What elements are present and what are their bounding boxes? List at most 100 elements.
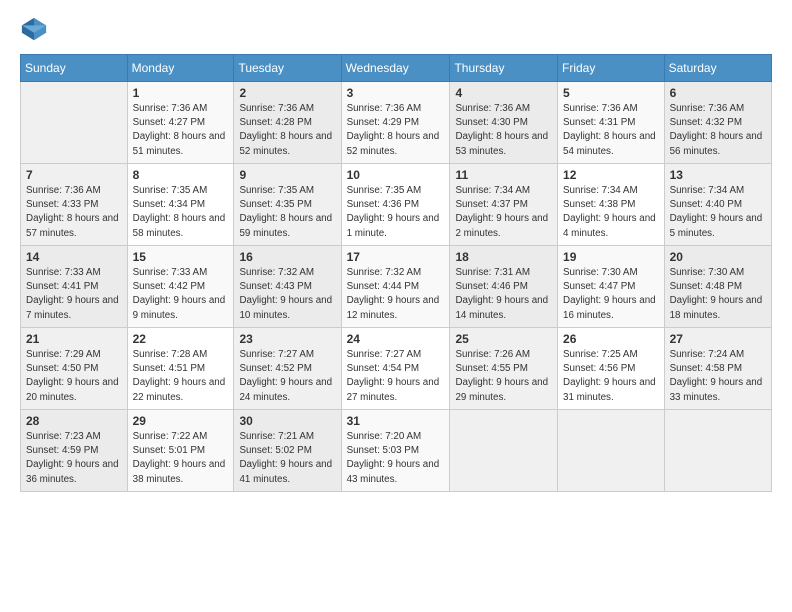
day-number: 8 [133, 168, 229, 182]
calendar-cell: 25 Sunrise: 7:26 AMSunset: 4:55 PMDayligh… [450, 328, 558, 410]
day-info: Sunrise: 7:31 AMSunset: 4:46 PMDaylight:… [455, 266, 552, 323]
calendar-cell [21, 82, 128, 164]
calendar-cell: 6 Sunrise: 7:36 AMSunset: 4:32 PMDaylight… [664, 82, 771, 164]
day-info: Sunrise: 7:36 AMSunset: 4:28 PMDaylight:… [239, 102, 335, 159]
calendar-cell [450, 410, 558, 492]
day-number: 30 [239, 414, 335, 428]
day-info: Sunrise: 7:28 AMSunset: 4:51 PMDaylight:… [133, 348, 229, 405]
calendar-week-row: 14Sunrise: 7:33 AMSunset: 4:41 PMDayligh… [21, 246, 772, 328]
calendar-cell: 17 Sunrise: 7:32 AMSunset: 4:44 PMDayligh… [341, 246, 450, 328]
calendar-cell: 29 Sunrise: 7:22 AMSunset: 5:01 PMDayligh… [127, 410, 234, 492]
calendar-cell: 21 Sunrise: 7:29 AMSunset: 4:50 PMDayligh… [21, 328, 128, 410]
day-number: 13 [670, 168, 766, 182]
day-info: Sunrise: 7:35 AMSunset: 4:35 PMDaylight:… [239, 184, 335, 241]
calendar-cell: 3 Sunrise: 7:36 AMSunset: 4:29 PMDaylight… [341, 82, 450, 164]
weekday-header-saturday: Saturday [664, 55, 771, 82]
day-info: Sunrise: 7:33 AMSunset: 4:41 PMDaylight:… [26, 266, 122, 323]
day-info: Sunrise: 7:35 AMSunset: 4:36 PMDaylight:… [347, 184, 445, 241]
day-number: 18 [455, 250, 552, 264]
day-number: 22 [133, 332, 229, 346]
calendar-week-row: 28Sunrise: 7:23 AMSunset: 4:59 PMDayligh… [21, 410, 772, 492]
calendar-week-row: 21 Sunrise: 7:29 AMSunset: 4:50 PMDayligh… [21, 328, 772, 410]
day-number: 7 [26, 168, 122, 182]
day-number: 6 [670, 86, 766, 100]
weekday-header-thursday: Thursday [450, 55, 558, 82]
day-info: Sunrise: 7:20 AMSunset: 5:03 PMDaylight:… [347, 430, 445, 487]
day-info: Sunrise: 7:33 AMSunset: 4:42 PMDaylight:… [133, 266, 229, 323]
calendar-cell: 22 Sunrise: 7:28 AMSunset: 4:51 PMDayligh… [127, 328, 234, 410]
day-info: Sunrise: 7:22 AMSunset: 5:01 PMDaylight:… [133, 430, 229, 487]
day-info: Sunrise: 7:27 AMSunset: 4:52 PMDaylight:… [239, 348, 335, 405]
day-info: Sunrise: 7:30 AMSunset: 4:47 PMDaylight:… [563, 266, 659, 323]
calendar-cell: 7 Sunrise: 7:36 AMSunset: 4:33 PMDaylight… [21, 164, 128, 246]
calendar-cell [558, 410, 665, 492]
day-number: 20 [670, 250, 766, 264]
calendar-body: 1Sunrise: 7:36 AMSunset: 4:27 PMDaylight… [21, 82, 772, 492]
day-info: Sunrise: 7:26 AMSunset: 4:55 PMDaylight:… [455, 348, 552, 405]
calendar-cell: 10 Sunrise: 7:35 AMSunset: 4:36 PMDayligh… [341, 164, 450, 246]
day-info: Sunrise: 7:34 AMSunset: 4:40 PMDaylight:… [670, 184, 766, 241]
day-number: 10 [347, 168, 445, 182]
day-number: 21 [26, 332, 122, 346]
day-info: Sunrise: 7:34 AMSunset: 4:38 PMDaylight:… [563, 184, 659, 241]
calendar-cell: 12 Sunrise: 7:34 AMSunset: 4:38 PMDayligh… [558, 164, 665, 246]
page-container: SundayMondayTuesdayWednesdayThursdayFrid… [0, 0, 792, 502]
day-number: 23 [239, 332, 335, 346]
calendar-header-row: SundayMondayTuesdayWednesdayThursdayFrid… [21, 55, 772, 82]
day-info: Sunrise: 7:30 AMSunset: 4:48 PMDaylight:… [670, 266, 766, 323]
calendar-cell: 28Sunrise: 7:23 AMSunset: 4:59 PMDayligh… [21, 410, 128, 492]
calendar-cell: 9 Sunrise: 7:35 AMSunset: 4:35 PMDaylight… [234, 164, 341, 246]
day-number: 26 [563, 332, 659, 346]
calendar-week-row: 7 Sunrise: 7:36 AMSunset: 4:33 PMDaylight… [21, 164, 772, 246]
calendar-cell: 1Sunrise: 7:36 AMSunset: 4:27 PMDaylight… [127, 82, 234, 164]
calendar-cell [664, 410, 771, 492]
day-info: Sunrise: 7:36 AMSunset: 4:31 PMDaylight:… [563, 102, 659, 159]
weekday-header-tuesday: Tuesday [234, 55, 341, 82]
day-info: Sunrise: 7:35 AMSunset: 4:34 PMDaylight:… [133, 184, 229, 241]
calendar-cell: 14Sunrise: 7:33 AMSunset: 4:41 PMDayligh… [21, 246, 128, 328]
day-number: 9 [239, 168, 335, 182]
day-number: 4 [455, 86, 552, 100]
day-info: Sunrise: 7:32 AMSunset: 4:44 PMDaylight:… [347, 266, 445, 323]
weekday-header-monday: Monday [127, 55, 234, 82]
calendar-cell: 2 Sunrise: 7:36 AMSunset: 4:28 PMDaylight… [234, 82, 341, 164]
calendar-cell: 5Sunrise: 7:36 AMSunset: 4:31 PMDaylight… [558, 82, 665, 164]
calendar-cell: 11Sunrise: 7:34 AMSunset: 4:37 PMDayligh… [450, 164, 558, 246]
day-number: 2 [239, 86, 335, 100]
day-info: Sunrise: 7:25 AMSunset: 4:56 PMDaylight:… [563, 348, 659, 405]
calendar-cell: 18 Sunrise: 7:31 AMSunset: 4:46 PMDayligh… [450, 246, 558, 328]
day-info: Sunrise: 7:24 AMSunset: 4:58 PMDaylight:… [670, 348, 766, 405]
calendar-cell: 31Sunrise: 7:20 AMSunset: 5:03 PMDayligh… [341, 410, 450, 492]
day-info: Sunrise: 7:21 AMSunset: 5:02 PMDaylight:… [239, 430, 335, 487]
calendar-week-row: 1Sunrise: 7:36 AMSunset: 4:27 PMDaylight… [21, 82, 772, 164]
day-info: Sunrise: 7:32 AMSunset: 4:43 PMDaylight:… [239, 266, 335, 323]
calendar-cell: 15Sunrise: 7:33 AMSunset: 4:42 PMDayligh… [127, 246, 234, 328]
day-info: Sunrise: 7:27 AMSunset: 4:54 PMDaylight:… [347, 348, 445, 405]
calendar-cell: 26 Sunrise: 7:25 AMSunset: 4:56 PMDayligh… [558, 328, 665, 410]
calendar-cell: 13 Sunrise: 7:34 AMSunset: 4:40 PMDayligh… [664, 164, 771, 246]
calendar-cell: 19Sunrise: 7:30 AMSunset: 4:47 PMDayligh… [558, 246, 665, 328]
logo [20, 16, 52, 44]
day-info: Sunrise: 7:34 AMSunset: 4:37 PMDaylight:… [455, 184, 552, 241]
day-info: Sunrise: 7:36 AMSunset: 4:27 PMDaylight:… [133, 102, 229, 159]
weekday-header-friday: Friday [558, 55, 665, 82]
day-number: 25 [455, 332, 552, 346]
day-number: 3 [347, 86, 445, 100]
day-number: 29 [133, 414, 229, 428]
day-info: Sunrise: 7:36 AMSunset: 4:29 PMDaylight:… [347, 102, 445, 159]
calendar-cell: 27Sunrise: 7:24 AMSunset: 4:58 PMDayligh… [664, 328, 771, 410]
day-number: 24 [347, 332, 445, 346]
day-number: 12 [563, 168, 659, 182]
calendar-cell: 30 Sunrise: 7:21 AMSunset: 5:02 PMDayligh… [234, 410, 341, 492]
logo-icon [20, 16, 48, 44]
day-info: Sunrise: 7:36 AMSunset: 4:33 PMDaylight:… [26, 184, 122, 241]
day-info: Sunrise: 7:36 AMSunset: 4:32 PMDaylight:… [670, 102, 766, 159]
day-info: Sunrise: 7:23 AMSunset: 4:59 PMDaylight:… [26, 430, 122, 487]
weekday-header-wednesday: Wednesday [341, 55, 450, 82]
day-number: 17 [347, 250, 445, 264]
weekday-header-sunday: Sunday [21, 55, 128, 82]
calendar-cell: 24 Sunrise: 7:27 AMSunset: 4:54 PMDayligh… [341, 328, 450, 410]
day-info: Sunrise: 7:29 AMSunset: 4:50 PMDaylight:… [26, 348, 122, 405]
page-header [20, 16, 772, 44]
calendar-table: SundayMondayTuesdayWednesdayThursdayFrid… [20, 54, 772, 492]
